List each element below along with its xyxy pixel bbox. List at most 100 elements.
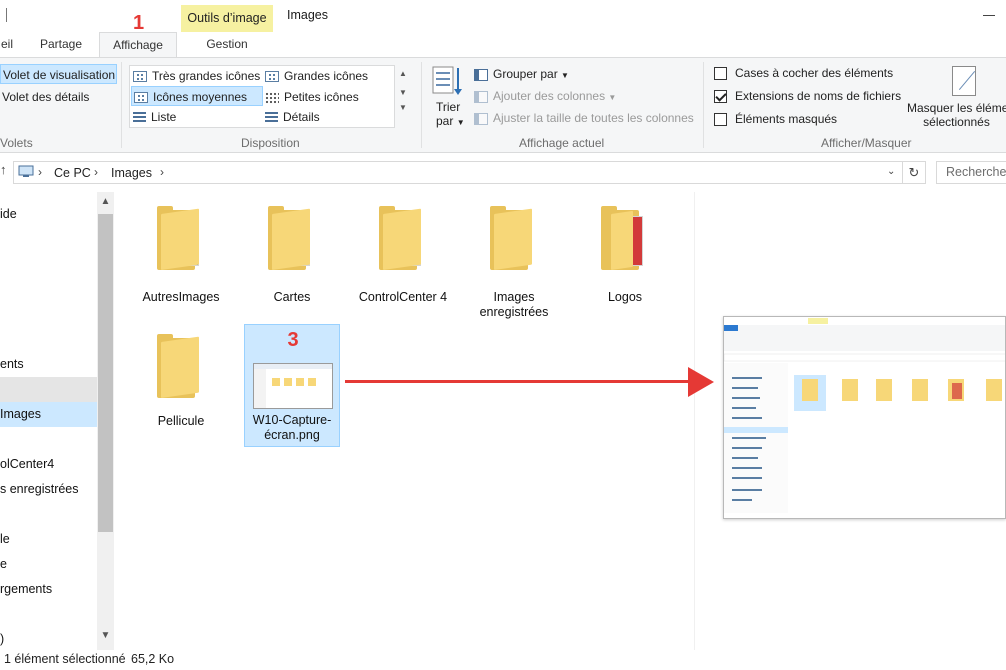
image-thumbnail [253,363,333,409]
group-label-affichage-actuel: Affichage actuel [519,136,605,150]
large-icons-icon [265,71,279,83]
breadcrumb-ce-pc[interactable]: Ce PC [54,166,91,180]
contextual-tab-header: Outils d’image [181,5,273,32]
tab-partage[interactable]: Partage [28,32,94,57]
file-w10-capture[interactable]: 3 W10-Capture-écran.png [244,324,340,447]
file-name: Images enregistrées [479,290,549,319]
hide-selected-label: Masquer les éléme [907,101,1006,115]
hidden-items-toggle[interactable]: Éléments masqués [712,109,902,129]
status-bar: 1 élément sélectionné 65,2 Ko [0,650,1006,670]
size-columns-icon [474,112,488,125]
sort-icon [432,66,462,95]
folder-logos[interactable]: Logos [577,206,673,316]
window-title: Images [287,8,328,22]
folder-pellicule[interactable]: Pellicule [133,326,229,436]
layout-extra-large-icons[interactable]: Très grandes icônes [131,66,263,86]
address-bar[interactable]: › Ce PC › Images › ⌄ [13,161,904,184]
hidden-items-checkbox[interactable] [714,113,727,127]
folder-icon [268,206,314,270]
pc-icon [18,165,34,181]
details-icon [265,112,278,124]
layout-medium-icons[interactable]: Icônes moyennes [131,86,263,106]
medium-icons-icon [134,92,148,104]
status-selection: 1 élément sélectionné [4,652,126,666]
breadcrumb-images[interactable]: Images [111,166,152,180]
group-separator [121,62,122,148]
group-separator [703,62,704,148]
group-by-label: Grouper par [493,67,558,81]
layout-large-icons[interactable]: Grandes icônes [263,66,393,86]
annotation-arrow [345,380,695,383]
nav-item-pellicule[interactable]: le [0,527,10,551]
size-columns-button[interactable]: Ajuster la taille de toutes les colonnes [472,108,702,128]
sort-by-button[interactable]: Trier par ▼ [434,100,465,132]
layout-details[interactable]: Détails [263,107,393,127]
tab-gestion[interactable]: Gestion [181,32,273,57]
layout-label: Icônes moyennes [153,90,248,104]
add-columns-label: Ajouter des colonnes [493,89,606,103]
size-columns-label: Ajuster la taille de toutes les colonnes [493,111,694,125]
hide-selected-button[interactable]: Masquer les éléme sélectionnés [905,101,1006,131]
hide-selected-label-2: sélectionnés [923,115,990,129]
folder-images-enregistrees[interactable]: Images enregistrées [466,206,562,326]
search-input[interactable]: Recherchen [936,161,1006,184]
preview-pane-button[interactable]: Volet de visualisation [0,64,117,84]
refresh-button[interactable]: ↻ [902,161,926,184]
file-name: Pellicule [157,414,205,428]
nav-item-quick-access[interactable]: ide [0,202,17,226]
minimize-button[interactable] [983,7,997,21]
file-extensions-toggle[interactable]: Extensions de noms de fichiers [712,86,902,106]
file-name: ControlCenter 4 [358,290,448,304]
group-separator [421,62,422,148]
scroll-down-icon[interactable]: ▼ [97,630,114,641]
file-name: Cartes [273,290,311,304]
chevron-down-icon[interactable]: ⌄ [887,166,895,177]
scroll-thumb[interactable] [98,214,113,532]
layout-small-icons[interactable]: Petites icônes [263,87,393,107]
file-extensions-checkbox[interactable] [714,90,727,104]
preview-divider [694,192,695,652]
add-columns-button[interactable]: Ajouter des colonnes ▼ [472,86,622,106]
layout-gallery-scroll[interactable]: ▲ ▼ ▼ [394,65,411,128]
sort-by-label-2: par [436,114,454,128]
nav-scrollbar[interactable]: ▲ ▼ [97,192,114,652]
file-name: AutresImages [142,290,220,304]
ribbon: Volet de visualisation Volet des détails… [0,57,1006,153]
nav-item-drive[interactable]: ) [0,627,4,651]
annotation-step-1: 1 [133,12,145,34]
nav-item-documents[interactable]: ents [0,352,24,376]
scroll-up-icon[interactable]: ▲ [97,196,114,207]
item-checkboxes-checkbox[interactable] [714,67,727,81]
chevron-down-icon[interactable]: ▼ [395,88,411,97]
details-pane-button[interactable]: Volet des détails [0,87,117,107]
title-separator [6,8,7,22]
group-by-button[interactable]: Grouper par ▼ [472,64,592,84]
folder-cartes[interactable]: Cartes [244,206,340,316]
nav-item-downloads[interactable]: rgements [0,577,52,601]
refresh-icon: ↻ [908,165,920,180]
chevron-up-icon[interactable]: ▲ [395,69,411,78]
up-arrow-icon[interactable]: ↑ [0,162,7,177]
chevron-right-icon[interactable]: › [160,165,164,179]
screenshot-preview-image [724,317,1005,518]
tab-affichage[interactable]: Affichage [99,32,177,58]
details-pane-label: Volet des détails [2,90,90,104]
item-checkboxes-toggle[interactable]: Cases à cocher des éléments [712,63,902,83]
folder-icon [157,334,203,398]
nav-item-controlcenter4[interactable]: olCenter4 [0,452,54,476]
tab-accueil[interactable]: eil [0,32,14,57]
more-icon[interactable]: ▼ [395,103,411,112]
nav-item-music[interactable]: e [0,552,7,576]
nav-item-images[interactable]: Images [0,402,41,426]
folder-icon [601,206,647,270]
nav-item-saved-pictures[interactable]: s enregistrées [0,477,79,501]
hide-selected-icon [952,66,976,96]
chevron-right-icon[interactable]: › [38,165,42,179]
annotation-step-3: 3 [287,329,299,351]
layout-label: Très grandes icônes [152,69,261,83]
chevron-right-icon[interactable]: › [94,165,98,179]
layout-list[interactable]: Liste [131,107,263,127]
layout-label: Détails [283,110,320,124]
folder-autresimages[interactable]: AutresImages [133,206,229,316]
folder-controlcenter4[interactable]: ControlCenter 4 [355,206,451,326]
